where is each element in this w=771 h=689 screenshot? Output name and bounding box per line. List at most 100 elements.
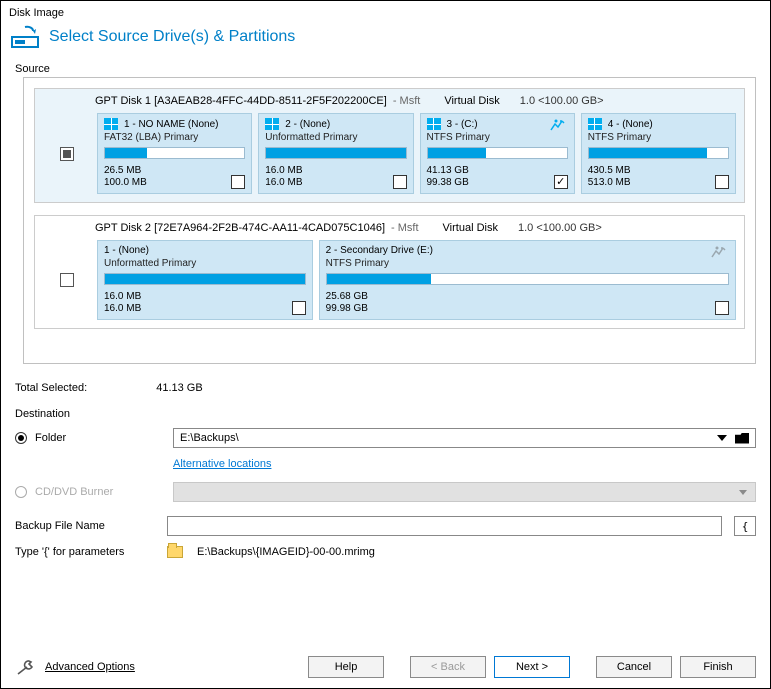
disk-1: GPT Disk 1 [A3AEAB28-4FFC-44DD-8511-2F5F… xyxy=(34,88,745,203)
footer: Advanced Options Help < Back Next > Canc… xyxy=(1,648,770,688)
partition-checkbox[interactable] xyxy=(715,301,729,315)
windows-flag-icon xyxy=(104,118,118,130)
partition-checkbox[interactable] xyxy=(715,175,729,189)
partition-sub: NTFS Primary xyxy=(588,132,729,143)
wrench-icon xyxy=(15,658,37,676)
next-button[interactable]: Next > xyxy=(494,656,570,678)
folder-path-input[interactable]: E:\Backups\ xyxy=(173,428,756,448)
partition-2[interactable]: 2 - Secondary Drive (E:) NTFS Primary xyxy=(319,240,736,320)
partition-total: 100.0 MB xyxy=(104,177,147,189)
alternative-locations-link[interactable]: Alternative locations xyxy=(173,458,271,470)
folder-icon xyxy=(167,546,183,558)
disk-label: GPT Disk 2 [72E7A964-2F2B-474C-AA11-4CAD… xyxy=(95,222,385,234)
usage-bar xyxy=(588,147,729,159)
disk-header: GPT Disk 2 [72E7A964-2F2B-474C-AA11-4CAD… xyxy=(35,216,744,240)
partition-used: 16.0 MB xyxy=(265,165,302,177)
disk-label: GPT Disk 1 [A3AEAB28-4FFC-44DD-8511-2F5F… xyxy=(95,95,387,107)
backup-name-label: Backup File Name xyxy=(15,520,159,532)
advanced-options-label: Advanced Options xyxy=(45,661,135,673)
source-label: Source xyxy=(1,59,770,77)
partition-sub: Unformatted Primary xyxy=(265,132,406,143)
disk-header: GPT Disk 1 [A3AEAB28-4FFC-44DD-8511-2F5F… xyxy=(35,89,744,113)
usage-bar xyxy=(104,273,306,285)
partition-checkbox[interactable] xyxy=(292,301,306,315)
usage-bar xyxy=(427,147,568,159)
resolved-path: E:\Backups\{IMAGEID}-00-00.mrimg xyxy=(197,546,375,558)
partition-total: 513.0 MB xyxy=(588,177,631,189)
burner-select[interactable] xyxy=(173,482,756,502)
disk-vendor: - Msft xyxy=(393,95,421,107)
disk-virtual: Virtual Disk xyxy=(444,95,499,107)
disk-checkbox[interactable] xyxy=(60,273,74,287)
partition-checkbox[interactable] xyxy=(554,175,568,189)
partitions: 1 - (None) Unformatted Primary 16.0 MB 1… xyxy=(97,240,736,320)
partition-checkbox[interactable] xyxy=(393,175,407,189)
usage-bar xyxy=(265,147,406,159)
running-os-icon xyxy=(548,118,566,132)
folder-radio[interactable] xyxy=(15,432,27,444)
disk-2: GPT Disk 2 [72E7A964-2F2B-474C-AA11-4CAD… xyxy=(34,215,745,329)
burner-radio[interactable] xyxy=(15,486,27,498)
partition-4[interactable]: 4 - (None) NTFS Primary 430.5 MB 513.0 M… xyxy=(581,113,736,194)
partition-total: 16.0 MB xyxy=(265,177,302,189)
destination-label: Destination xyxy=(1,404,770,422)
partition-title: 4 - (None) xyxy=(608,119,653,130)
windows-flag-icon xyxy=(588,118,602,130)
back-button[interactable]: < Back xyxy=(410,656,486,678)
partition-used: 25.68 GB xyxy=(326,291,368,303)
usage-bar xyxy=(326,273,729,285)
partition-title: 3 - (C:) xyxy=(447,119,478,130)
partition-checkbox[interactable] xyxy=(231,175,245,189)
partition-sub: FAT32 (LBA) Primary xyxy=(104,132,245,143)
total-label: Total Selected: xyxy=(15,382,87,394)
cancel-button[interactable]: Cancel xyxy=(596,656,672,678)
browse-folder-icon[interactable] xyxy=(735,433,749,444)
partition-total: 16.0 MB xyxy=(104,303,141,315)
partition-used: 26.5 MB xyxy=(104,165,147,177)
disk-size: 1.0 <100.00 GB> xyxy=(518,222,602,234)
disk-checkbox[interactable] xyxy=(60,147,74,161)
usage-bar xyxy=(104,147,245,159)
partition-title: 1 - (None) xyxy=(104,245,149,256)
partition-title: 2 - Secondary Drive (E:) xyxy=(326,245,433,256)
folder-radio-label: Folder xyxy=(35,432,165,444)
backup-name-input[interactable] xyxy=(167,516,722,536)
window-title: Disk Image xyxy=(1,1,770,21)
partition-1[interactable]: 1 - (None) Unformatted Primary 16.0 MB 1… xyxy=(97,240,313,320)
page-title: Select Source Drive(s) & Partitions xyxy=(49,28,295,46)
window: Disk Image Select Source Drive(s) & Part… xyxy=(0,0,771,689)
total-selected: Total Selected: 41.13 GB xyxy=(1,372,770,404)
insert-parameter-button[interactable]: { xyxy=(734,516,756,536)
folder-path-text: E:\Backups\ xyxy=(180,432,239,444)
partition-used: 41.13 GB xyxy=(427,165,469,177)
disk-virtual: Virtual Disk xyxy=(443,222,498,234)
partition-used: 430.5 MB xyxy=(588,165,631,177)
source-box: GPT Disk 1 [A3AEAB28-4FFC-44DD-8511-2F5F… xyxy=(23,77,756,364)
windows-flag-icon xyxy=(265,118,279,130)
partition-used: 16.0 MB xyxy=(104,291,141,303)
disk-vendor: - Msft xyxy=(391,222,419,234)
disk-size: 1.0 <100.00 GB> xyxy=(520,95,604,107)
partition-3[interactable]: 3 - (C:) NTFS Primary 41.1 xyxy=(420,113,575,194)
disk-image-icon xyxy=(11,25,39,49)
partition-title: 2 - (None) xyxy=(285,119,330,130)
partition-title: 1 - NO NAME (None) xyxy=(124,119,218,130)
partition-1[interactable]: 1 - NO NAME (None) FAT32 (LBA) Primary 2… xyxy=(97,113,252,194)
partition-sub: Unformatted Primary xyxy=(104,258,306,269)
running-os-icon xyxy=(709,245,727,259)
help-button[interactable]: Help xyxy=(308,656,384,678)
partition-total: 99.38 GB xyxy=(427,177,469,189)
partition-sub: NTFS Primary xyxy=(427,132,568,143)
windows-flag-icon xyxy=(427,118,441,130)
total-value: 41.13 GB xyxy=(156,382,202,394)
finish-button[interactable]: Finish xyxy=(680,656,756,678)
partition-2[interactable]: 2 - (None) Unformatted Primary 16.0 MB 1… xyxy=(258,113,413,194)
burner-radio-label: CD/DVD Burner xyxy=(35,486,165,498)
partition-total: 99.98 GB xyxy=(326,303,368,315)
advanced-options-link[interactable]: Advanced Options xyxy=(15,658,135,676)
destination-block: Folder E:\Backups\ Alternative locations… xyxy=(1,422,770,564)
dropdown-icon[interactable] xyxy=(717,435,727,441)
header: Select Source Drive(s) & Partitions xyxy=(1,21,770,59)
partitions: 1 - NO NAME (None) FAT32 (LBA) Primary 2… xyxy=(97,113,736,194)
partition-sub: NTFS Primary xyxy=(326,258,729,269)
